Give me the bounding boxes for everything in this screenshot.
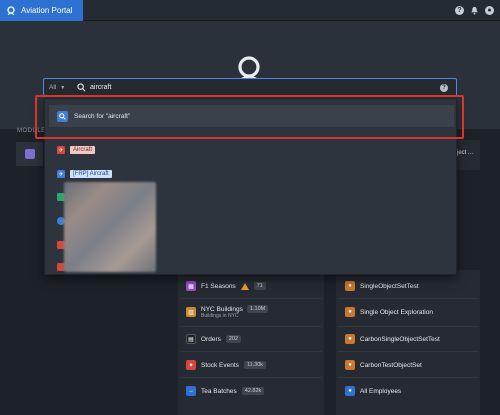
airplane-icon: ✈ bbox=[57, 170, 65, 178]
help-icon[interactable]: ? bbox=[455, 6, 464, 15]
list-item-label: Single Object Exploration bbox=[360, 308, 433, 316]
search-scope-label: All bbox=[49, 84, 57, 91]
list-item-single-object-exploration[interactable]: ● Single Object Exploration bbox=[345, 307, 433, 317]
app-logo-icon bbox=[7, 5, 15, 15]
list-item-subtitle: Buildings in NYC bbox=[201, 313, 239, 319]
list-item-carbonsingleobjectsettest[interactable]: ● CarbonSingleObjectSetTest bbox=[345, 334, 440, 344]
module-chart-icon bbox=[24, 149, 35, 159]
search-help-icon[interactable]: ? bbox=[440, 84, 448, 92]
list-item-stock-events[interactable]: ✦ Stock Events 11.30k bbox=[186, 360, 267, 370]
list-item-label: F1 Seasons bbox=[201, 282, 236, 290]
redacted-results-image bbox=[64, 182, 156, 272]
calendar-icon: ▦ bbox=[186, 281, 196, 291]
list-item-label: SingleObjectSetTest bbox=[360, 282, 419, 290]
search-icon bbox=[77, 83, 86, 92]
list-item-tea-batches[interactable]: → Tea Batches 42.82k bbox=[186, 386, 265, 396]
result-frp-aircraft[interactable]: ✈ [FRP] Aircraft bbox=[57, 170, 112, 178]
list-item-label: Tea Batches bbox=[201, 387, 237, 395]
search-input[interactable]: aircraft bbox=[90, 84, 111, 91]
arrow-icon: → bbox=[186, 386, 196, 396]
list-item-label: Stock Events bbox=[201, 361, 239, 369]
app-title: Aviation Portal bbox=[21, 6, 73, 15]
event-icon: ✦ bbox=[186, 360, 196, 370]
search-scope-select[interactable]: All ▼ bbox=[44, 84, 71, 91]
clipboard-icon: ▤ bbox=[186, 334, 196, 344]
top-bar: Aviation Portal ? ● bbox=[0, 0, 500, 21]
list-item-label: NYC Buildings bbox=[201, 305, 243, 313]
object-card-truncated[interactable]: ject ... bbox=[457, 150, 473, 156]
module-card[interactable] bbox=[16, 142, 43, 166]
person-icon: ● bbox=[345, 360, 355, 370]
list-item-label: CarbonSingleObjectSetTest bbox=[360, 335, 440, 343]
result-label: Aircraft bbox=[70, 146, 96, 154]
list-item-all-employees[interactable]: ● All Employees bbox=[345, 386, 401, 396]
app-tab[interactable]: Aviation Portal bbox=[0, 0, 83, 21]
count-badge: 42.82k bbox=[241, 387, 265, 395]
list-item-label: CarbonTestObjectSet bbox=[360, 361, 422, 369]
list-item-singleobjectsettest[interactable]: ● SingleObjectSetTest bbox=[345, 281, 419, 291]
airplane-icon: ✈ bbox=[57, 146, 65, 154]
list-item-carbontestobjectset[interactable]: ● CarbonTestObjectSet bbox=[345, 360, 422, 370]
group-icon: ● bbox=[345, 386, 355, 396]
highlight-annotation bbox=[35, 95, 464, 139]
count-badge: 202 bbox=[225, 335, 242, 343]
count-badge: 11.30k bbox=[243, 361, 267, 369]
user-account-icon[interactable]: ● bbox=[485, 6, 494, 15]
result-aircraft[interactable]: ✈ Aircraft bbox=[57, 146, 96, 154]
list-item-label: All Employees bbox=[360, 387, 402, 395]
result-label: [FRP] Aircraft bbox=[70, 170, 112, 178]
building-icon: ▥ bbox=[186, 307, 196, 317]
person-icon: ● bbox=[345, 307, 355, 317]
list-item-label: Orders bbox=[201, 335, 221, 343]
count-badge: 1.10M bbox=[246, 305, 269, 313]
person-icon: ● bbox=[345, 281, 355, 291]
count-badge: 71 bbox=[253, 282, 266, 290]
list-item-orders[interactable]: ▤ Orders 202 bbox=[186, 334, 242, 344]
person-icon: ● bbox=[345, 334, 355, 344]
caret-down-icon: ▼ bbox=[60, 84, 66, 91]
list-item-nyc-buildings[interactable]: ▥ NYC Buildings 1.10M Buildings in NYC bbox=[186, 305, 269, 319]
notifications-bell-icon[interactable] bbox=[470, 6, 479, 15]
warning-icon bbox=[240, 282, 249, 290]
list-item-f1-seasons[interactable]: ▦ F1 Seasons 71 bbox=[186, 281, 266, 291]
